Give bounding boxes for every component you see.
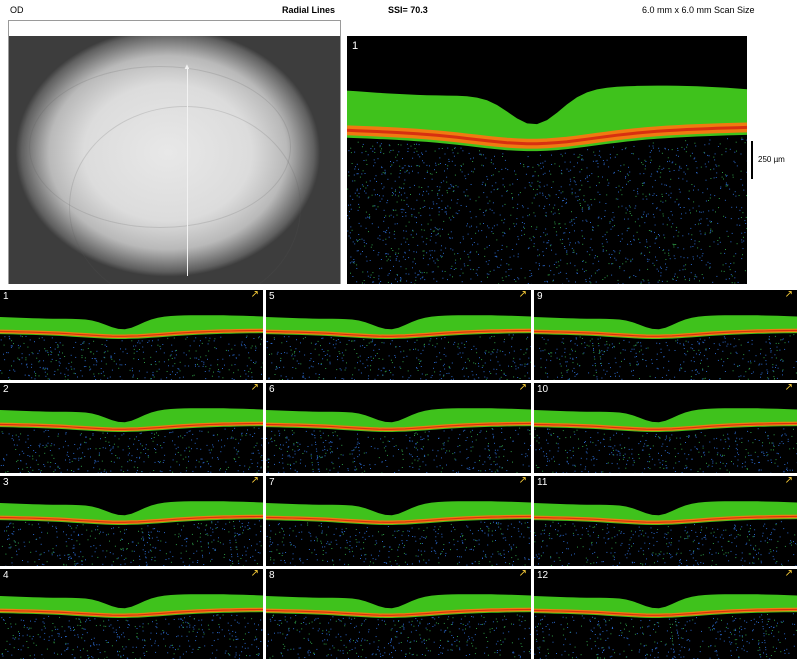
oct-bscan	[534, 408, 797, 473]
scan-pattern-label: Radial Lines	[282, 5, 336, 15]
scan-number: 7	[269, 477, 275, 488]
oct-bscan	[0, 594, 263, 659]
scale-label: 250 µm	[758, 155, 785, 164]
oct-bscan	[266, 501, 531, 566]
oct-bscan	[266, 594, 531, 659]
eye-label: OD	[10, 5, 24, 15]
scan-line-icon	[187, 67, 188, 276]
oct-scan-main: 1	[347, 36, 747, 284]
scan-number: 6	[269, 384, 275, 395]
scale-bar	[751, 141, 753, 179]
scan-number: 2	[3, 384, 9, 395]
oct-thumbnail[interactable]: 5 ↗	[266, 290, 531, 380]
oct-bscan	[534, 501, 797, 566]
oct-thumbnail[interactable]: 7 ↗	[266, 476, 531, 566]
oct-thumbnail[interactable]: 11 ↗	[534, 476, 797, 566]
oct-thumbnail[interactable]: 12 ↗	[534, 569, 797, 659]
scan-number: 11	[537, 477, 548, 488]
arrow-icon: ↗	[784, 290, 793, 300]
oct-bscan	[0, 501, 263, 566]
arrow-icon: ↗	[784, 569, 793, 579]
scan-number: 12	[537, 570, 549, 581]
scan-number: 4	[3, 570, 9, 581]
fundus-image: ▲	[9, 36, 340, 284]
ssi-label: SSI= 70.3	[388, 5, 428, 15]
oct-bscan	[347, 85, 747, 284]
arrow-icon: ↗	[518, 290, 527, 300]
arrow-icon: ↗	[784, 383, 793, 393]
oct-thumbnail[interactable]: 1 ↗	[0, 290, 263, 380]
scan-number: 10	[537, 384, 549, 395]
scan-number: 5	[269, 291, 275, 302]
scan-number: 1	[3, 291, 9, 302]
scan-number: 9	[537, 291, 543, 302]
oct-thumbnail[interactable]: 6 ↗	[266, 383, 531, 473]
oct-bscan	[266, 315, 531, 380]
oct-thumbnail[interactable]: 3 ↗	[0, 476, 263, 566]
arrow-icon: ↗	[784, 476, 793, 486]
arrow-icon: ↗	[518, 569, 527, 579]
oct-bscan	[266, 408, 531, 473]
arrow-icon: ↗	[250, 569, 259, 579]
arrow-icon: ↗	[250, 383, 259, 393]
oct-thumbnail[interactable]: 8 ↗	[266, 569, 531, 659]
scan-number: 3	[3, 477, 9, 488]
oct-thumbnail[interactable]: 2 ↗	[0, 383, 263, 473]
oct-bscan	[0, 408, 263, 473]
arrow-icon: ↗	[250, 476, 259, 486]
arrow-icon: ↗	[518, 383, 527, 393]
scan-number: 8	[269, 570, 275, 581]
arrow-icon: ↗	[250, 290, 259, 300]
oct-bscan	[534, 315, 797, 380]
oct-thumbnail[interactable]: 10 ↗	[534, 383, 797, 473]
arrow-icon: ↗	[518, 476, 527, 486]
scan-size-label: 6.0 mm x 6.0 mm Scan Size	[642, 5, 755, 15]
oct-thumbnail[interactable]: 9 ↗	[534, 290, 797, 380]
arrow-icon: ▲	[183, 62, 191, 71]
oct-thumbnail[interactable]: 4 ↗	[0, 569, 263, 659]
oct-bscan	[0, 315, 263, 380]
scan-number: 1	[352, 40, 359, 52]
oct-bscan	[534, 594, 797, 659]
